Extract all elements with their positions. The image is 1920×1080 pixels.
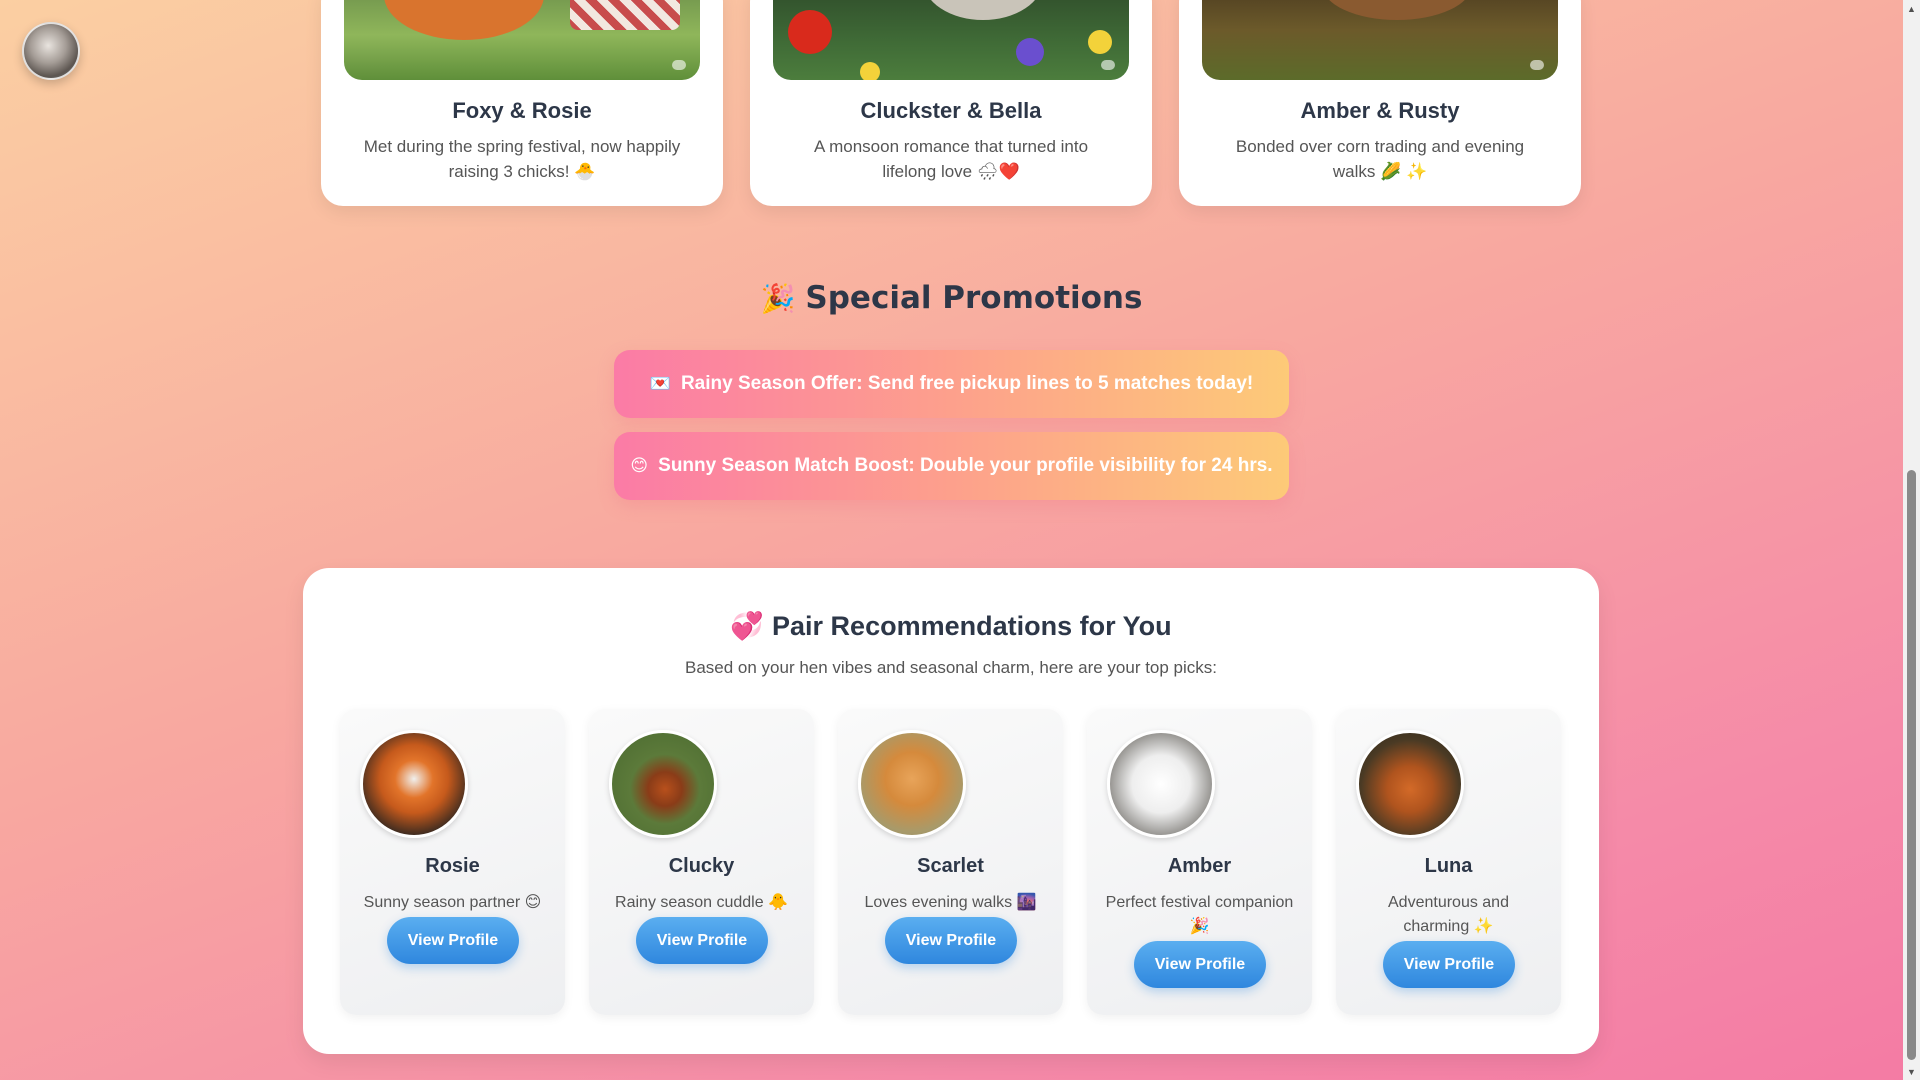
story-image bbox=[1202, 0, 1558, 80]
user-avatar[interactable] bbox=[22, 22, 80, 80]
profile-card: Scarlet Loves evening walks 🌆 View Profi… bbox=[838, 709, 1063, 1015]
profile-description: Loves evening walks 🌆 bbox=[864, 894, 1037, 911]
story-description: Bonded over corn trading and evening wal… bbox=[1235, 137, 1525, 181]
promo-text: Rainy Season Offer: Send free pickup lin… bbox=[680, 373, 1254, 394]
view-profile-button[interactable]: View Profile bbox=[1134, 941, 1266, 988]
promo-rainy-offer[interactable]: 💌 Rainy Season Offer: Send free pickup li… bbox=[614, 350, 1289, 418]
promo-text: Sunny Season Match Boost: Double your pr… bbox=[658, 455, 1273, 476]
story-description: Met during the spring festival, now happ… bbox=[363, 137, 681, 181]
two-hearts-icon: 💞 bbox=[730, 611, 765, 641]
profile-description: Sunny season partner 😊 bbox=[363, 894, 542, 911]
story-title: Amber & Rusty bbox=[1300, 98, 1460, 123]
profile-card: Amber Perfect festival companion 🎉 View … bbox=[1087, 709, 1312, 1015]
ai-badge-icon bbox=[1530, 60, 1544, 70]
profile-photo bbox=[1107, 730, 1215, 838]
recommendations-panel: 💞 Pair Recommendations for You Based on y… bbox=[303, 568, 1599, 1054]
promo-sunny-boost[interactable]: 😊 Sunny Season Match Boost: Double your p… bbox=[614, 432, 1289, 500]
smile-icon: 😊 bbox=[630, 456, 649, 475]
profile-name: Amber bbox=[1167, 855, 1232, 877]
story-title: Cluckster & Bella bbox=[860, 98, 1042, 123]
recommendations-title: 💞 Pair Recommendations for You bbox=[303, 610, 1599, 642]
recommendations-subtitle: Based on your hen vibes and seasonal cha… bbox=[684, 658, 1218, 677]
profile-name: Luna bbox=[1424, 855, 1473, 877]
profile-name: Rosie bbox=[425, 855, 480, 877]
story-card: Cluckster & Bella A monsoon romance that… bbox=[750, 0, 1152, 206]
profile-photo bbox=[858, 730, 966, 838]
story-image bbox=[344, 0, 700, 80]
promotions-heading: 🎉 Special Promotions bbox=[0, 280, 1903, 316]
party-popper-icon: 🎉 bbox=[760, 282, 796, 315]
ai-badge-icon bbox=[1101, 60, 1115, 70]
scroll-down-arrow-icon[interactable]: ▼ bbox=[1903, 1063, 1920, 1080]
profile-card: Clucky Rainy season cuddle 🐥 View Profil… bbox=[589, 709, 814, 1015]
profile-photo bbox=[360, 730, 468, 838]
profile-name: Scarlet bbox=[917, 855, 984, 877]
promotions-heading-text: Special Promotions bbox=[805, 280, 1143, 316]
profile-photo bbox=[1356, 730, 1464, 838]
love-letter-icon: 💌 bbox=[649, 374, 671, 393]
story-card: Amber & Rusty Bonded over corn trading a… bbox=[1179, 0, 1581, 206]
profile-name: Clucky bbox=[668, 855, 735, 877]
story-title: Foxy & Rosie bbox=[452, 98, 592, 123]
profile-photo bbox=[609, 730, 717, 838]
story-card: Foxy & Rosie Met during the spring festi… bbox=[321, 0, 723, 206]
profile-card: Luna Adventurous and charming ✨ View Pro… bbox=[1336, 709, 1561, 1015]
recommendations-title-text: Pair Recommendations for You bbox=[772, 611, 1172, 641]
view-profile-button[interactable]: View Profile bbox=[387, 917, 519, 964]
profile-description: Rainy season cuddle 🐥 bbox=[615, 894, 788, 911]
scroll-up-arrow-icon[interactable]: ▲ bbox=[1903, 0, 1920, 17]
profile-description: Perfect festival companion 🎉 bbox=[1105, 894, 1294, 935]
scrollbar-thumb[interactable] bbox=[1907, 470, 1916, 1060]
story-image bbox=[773, 0, 1129, 80]
ai-badge-icon bbox=[672, 60, 686, 70]
view-profile-button[interactable]: View Profile bbox=[636, 917, 768, 964]
vertical-scrollbar[interactable]: ▲ ▼ bbox=[1903, 0, 1920, 1080]
view-profile-button[interactable]: View Profile bbox=[1383, 941, 1515, 988]
view-profile-button[interactable]: View Profile bbox=[885, 917, 1017, 964]
story-description: A monsoon romance that turned into lifel… bbox=[813, 137, 1089, 181]
profile-description: Adventurous and charming ✨ bbox=[1388, 894, 1509, 935]
profile-card: Rosie Sunny season partner 😊 View Profil… bbox=[340, 709, 565, 1015]
